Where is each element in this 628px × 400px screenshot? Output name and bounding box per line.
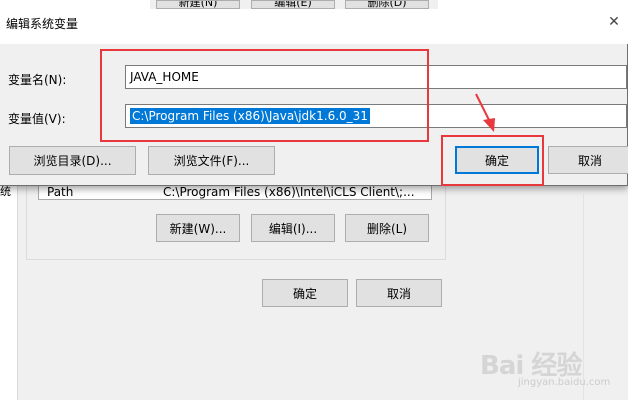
bg-edit-system-variable-button[interactable]: 编辑(I)... [251,214,335,242]
bg-cancel-button[interactable]: 取消 [356,279,442,307]
watermark-url: jingyan.baidu.com [518,377,611,388]
annotation-arrow-icon [475,93,495,132]
bg-new-system-variable-button[interactable]: 新建(W)... [156,214,240,242]
dialog-title: 编辑系统变量 [6,17,79,31]
variable-value-label: 变量值(V): [8,112,66,126]
bg-delete-system-variable-button[interactable]: 删除(L) [345,214,429,242]
variable-name-label: 变量名(N): [8,73,67,87]
bg-ok-button[interactable]: 确定 [262,279,348,307]
browse-directory-button[interactable]: 浏览目录(D)... [9,146,136,175]
cancel-button[interactable]: 取消 [548,146,628,174]
dialog-titlebar[interactable]: 编辑系统变量 ✕ [0,0,628,44]
close-icon[interactable]: ✕ [604,14,624,30]
background-cut-text: 统 [0,185,11,198]
system-variables-list[interactable]: Path C:\Program Files (x86)\Intel\iCLS C… [38,186,432,200]
titlebar-background [0,9,628,44]
annotation-fields-highlight [100,49,429,142]
annotation-ok-highlight [441,135,544,186]
titlebar-background-right [438,0,628,9]
list-cell-variable: Path [47,186,74,199]
titlebar-background-left [0,0,150,9]
baidu-jingyan-watermark: Bai 经验 jingyan.baidu.com [476,335,626,395]
browse-file-button[interactable]: 浏览文件(F)... [148,146,275,175]
list-cell-value: C:\Program Files (x86)\Intel\iCLS Client… [163,186,415,199]
